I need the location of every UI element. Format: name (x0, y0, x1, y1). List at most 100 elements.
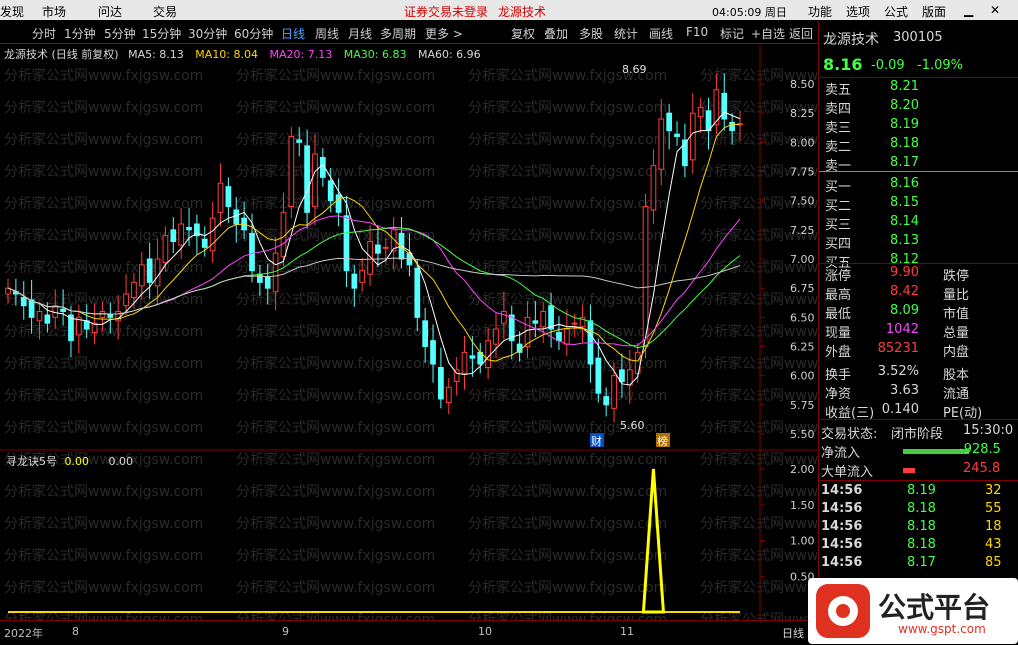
menu-discover[interactable]: 发现 (0, 3, 24, 20)
bottom-period-label[interactable]: 日线 (782, 625, 804, 641)
candle-body (60, 308, 66, 312)
tab-daily[interactable]: 日线 (281, 25, 305, 42)
trade-state: 闭市阶段 (891, 427, 944, 442)
candle-body (28, 299, 35, 318)
tool-stats[interactable]: 统计 (614, 25, 638, 42)
menu-formula[interactable]: 公式 (884, 3, 908, 20)
stat-row: 最低 8.09 市值 (825, 303, 1015, 322)
stock-link[interactable]: 龙源技术 (498, 3, 546, 20)
menu-function[interactable]: 功能 (808, 3, 832, 20)
indicator-name[interactable]: 寻龙诀5号 (6, 455, 57, 468)
watermark-text: 分析家公式网www.fxjgsw.com (236, 515, 435, 532)
watermark-text: 分析家公式网www.fxjgsw.com (4, 483, 203, 500)
tool-multistock[interactable]: 多股 (579, 25, 603, 42)
tick-time: 14:56 (821, 519, 863, 534)
bigflow-bar (903, 468, 915, 473)
x-label-aug: 8 (72, 625, 79, 638)
candle-body (131, 281, 137, 298)
ask-row: 卖五 8.21 (825, 79, 1015, 98)
tab-timeshare[interactable]: 分时 (32, 25, 56, 42)
logo-title: 公式平台 (878, 591, 991, 624)
stat-value: 0.140 (881, 402, 919, 417)
watermark-text: 分析家公式网www.fxjgsw.com (236, 131, 435, 148)
y-tick-label: 8.25 (790, 107, 815, 120)
menu-market[interactable]: 市场 (42, 3, 66, 20)
close-icon[interactable]: ✕ (990, 3, 1000, 17)
candle-body (674, 133, 680, 137)
divider (819, 480, 1018, 481)
candle-body (52, 305, 59, 318)
menu-layout[interactable]: 版面 (922, 3, 946, 20)
candle-body (430, 340, 436, 365)
candle-body (154, 258, 161, 287)
candle-body (312, 153, 318, 207)
watermark-text: 分析家公式网www.fxjgsw.com (700, 483, 818, 500)
watermark-text: 分析家公式网www.fxjgsw.com (236, 483, 435, 500)
watermark-text: 分析家公式网www.fxjgsw.com (4, 163, 203, 180)
y-tick-label: 7.00 (790, 253, 815, 266)
tool-draw[interactable]: 画线 (649, 25, 673, 42)
stock-name: 龙源技术 (823, 32, 879, 48)
candle-body (233, 209, 240, 225)
watermark-text: 分析家公式网www.fxjgsw.com (236, 323, 435, 340)
tab-1min[interactable]: 1分钟 (64, 25, 96, 42)
indicator-legend: 寻龙诀5号 0.00 0.00 (6, 453, 133, 469)
candle-body (162, 235, 169, 264)
candle-body (138, 264, 145, 287)
tab-monthly[interactable]: 月线 (348, 25, 372, 42)
chart-area[interactable]: 分析家公式网www.fxjgsw.com 分析家公式网www.fxjgsw.com… (0, 44, 818, 620)
ma30-value: MA30: 6.83 (343, 48, 407, 61)
tool-mark[interactable]: 标记 (720, 25, 744, 42)
stat-value: 3.63 (890, 383, 919, 398)
watermark-text: 分析家公式网www.fxjgsw.com (4, 323, 203, 340)
menu-trade[interactable]: 交易 (153, 3, 177, 20)
period-tab-bar: 分时 1分钟 5分钟 15分钟 30分钟 60分钟 日线 周线 月线 多周期 更… (0, 21, 818, 44)
tab-30min[interactable]: 30分钟 (188, 25, 227, 42)
tool-overlay[interactable]: 叠加 (544, 25, 568, 42)
bid-row: 买三 8.14 (825, 214, 1015, 233)
login-notice[interactable]: 证券交易未登录 (404, 3, 488, 20)
stat-value: 1042 (885, 322, 919, 337)
candle-body (548, 305, 554, 330)
candle-body (170, 229, 177, 242)
stat-label: 现量 (825, 326, 852, 341)
tab-weekly[interactable]: 周线 (315, 25, 339, 42)
book-price: 8.18 (890, 136, 919, 151)
book-price: 8.16 (890, 176, 919, 191)
candle-body (422, 320, 429, 348)
menu-ask[interactable]: 问达 (98, 3, 122, 20)
tool-adjust[interactable]: 复权 (511, 25, 535, 42)
ask-row: 卖二 8.18 (825, 136, 1015, 155)
watermark-text: 分析家公式网www.fxjgsw.com (468, 227, 667, 244)
watermark-text: 分析家公式网www.fxjgsw.com (468, 547, 667, 564)
tab-more[interactable]: 更多 > (425, 25, 463, 42)
legend-title[interactable]: 龙源技术 (日线 前复权) (4, 48, 119, 61)
tick-time: 14:56 (821, 537, 863, 552)
candle-body (288, 136, 295, 207)
last-price: 8.16 (823, 55, 863, 74)
tab-multiperiod[interactable]: 多周期 (380, 25, 416, 42)
badge-rank-text: 榜 (657, 434, 668, 448)
tool-add-watch[interactable]: +自选 (751, 25, 785, 42)
candle-body (461, 351, 468, 374)
minimize-icon[interactable]: ▁ (964, 3, 973, 17)
candle-body (469, 355, 476, 359)
badge-finance-text: 财 (591, 434, 602, 448)
watermark-text: 分析家公式网www.fxjgsw.com (236, 387, 435, 404)
tab-15min[interactable]: 15分钟 (142, 25, 181, 42)
kline-chart[interactable]: 分析家公式网www.fxjgsw.com 分析家公式网www.fxjgsw.com… (0, 44, 818, 620)
ma10-value: MA10: 8.04 (195, 48, 259, 61)
menu-options[interactable]: 选项 (846, 3, 870, 20)
watermark-text: 分析家公式网www.fxjgsw.com (468, 483, 667, 500)
indicator-value2: 0.00 (108, 455, 134, 468)
y-tick-label: 5.75 (790, 399, 815, 412)
tab-60min[interactable]: 60分钟 (234, 25, 273, 42)
watermark-text: 分析家公式网www.fxjgsw.com (468, 451, 667, 468)
tool-back[interactable]: 返回 (789, 25, 813, 42)
x-label-sep: 9 (282, 625, 289, 638)
tab-5min[interactable]: 5分钟 (104, 25, 136, 42)
watermark-text: 分析家公式网www.fxjgsw.com (700, 547, 818, 564)
stat-value: 85231 (877, 341, 919, 356)
stat-row: 最高 8.42 量比 (825, 284, 1015, 303)
tool-f10[interactable]: F10 (686, 25, 708, 39)
